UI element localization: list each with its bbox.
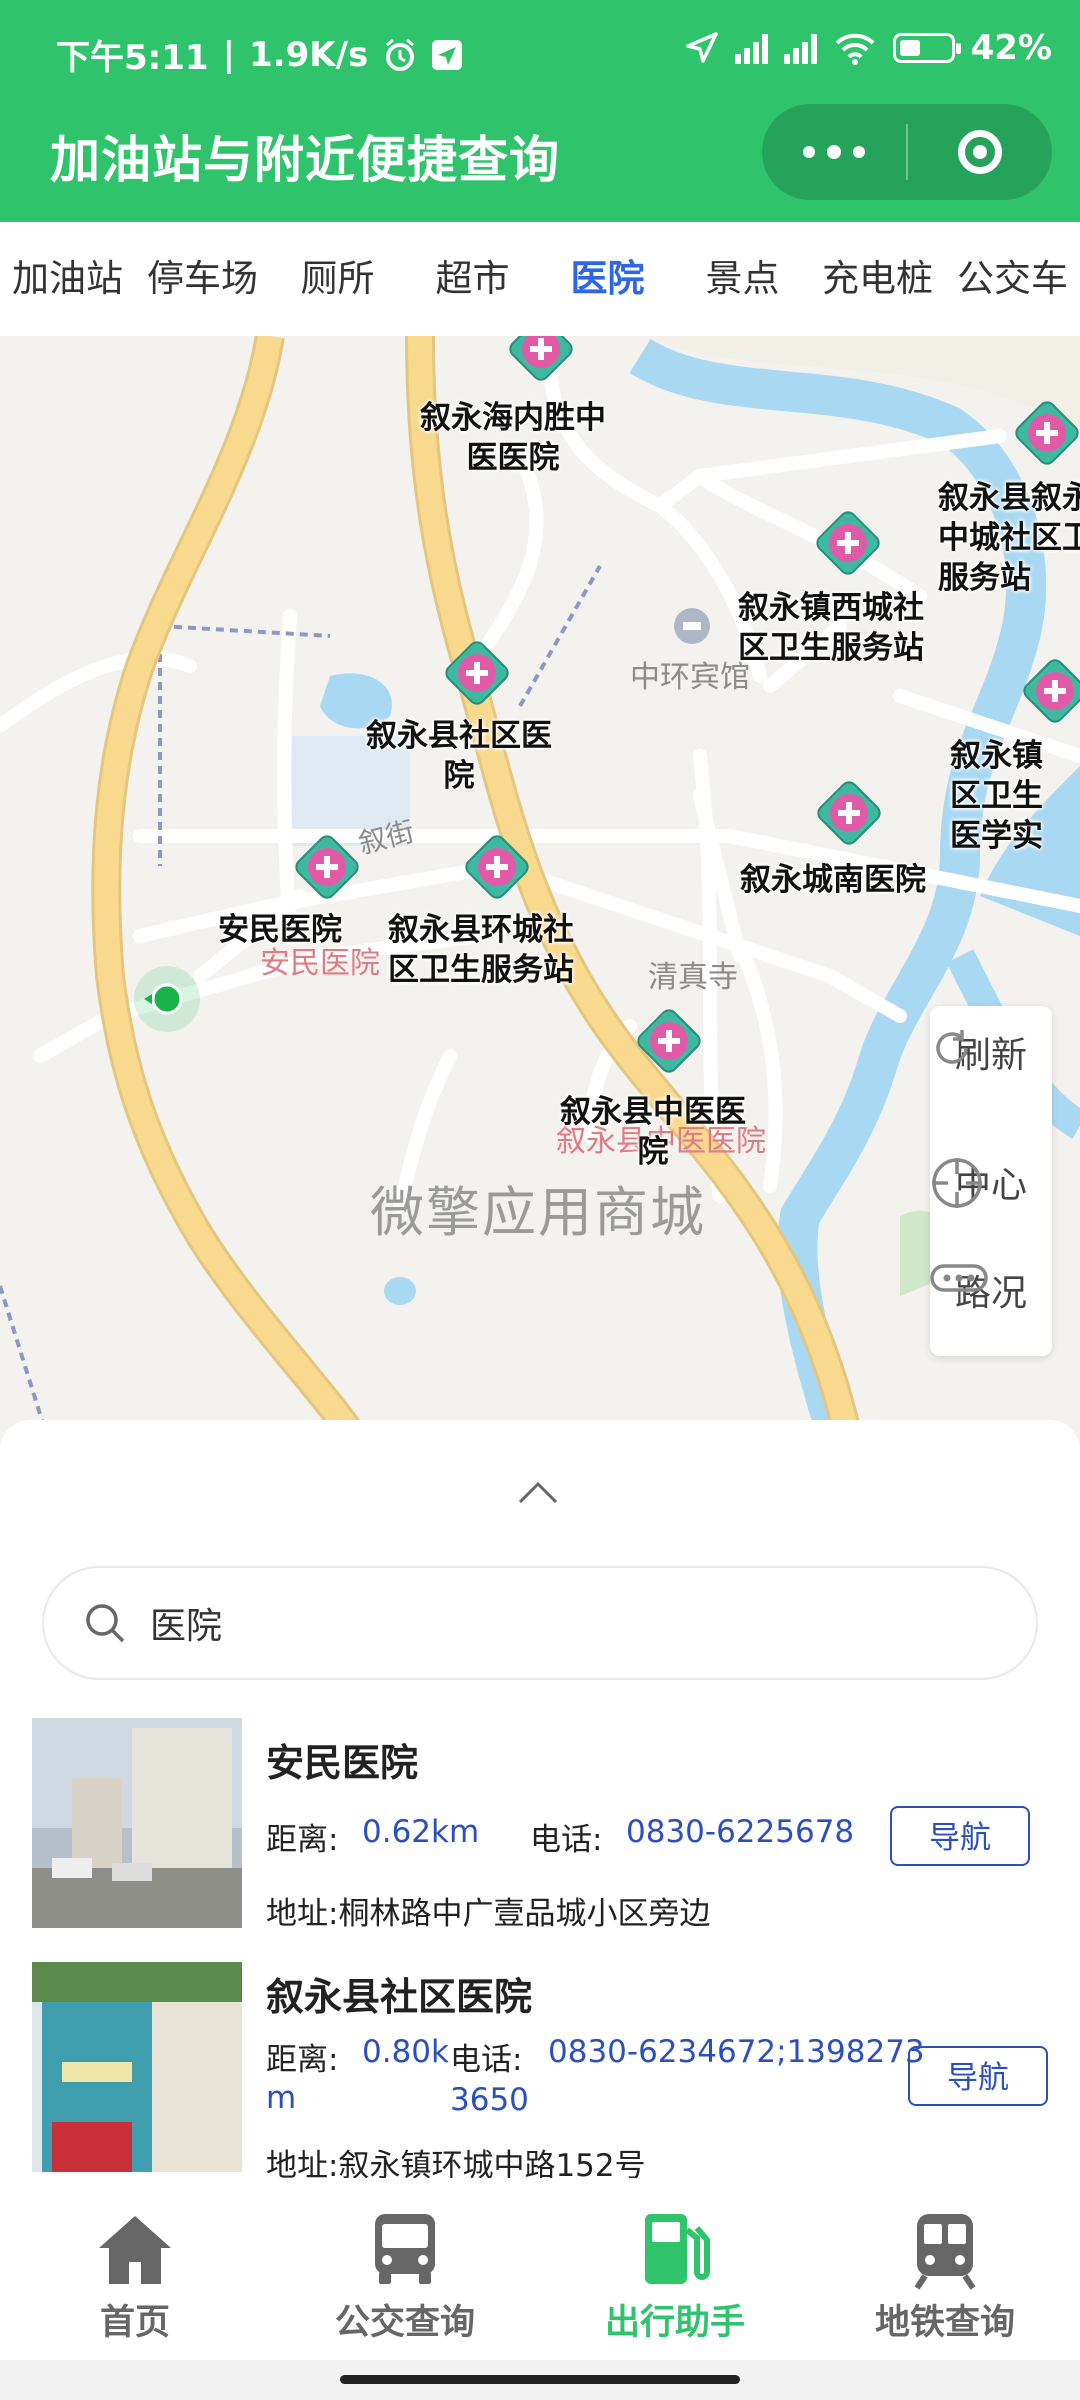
marker-label[interactable]: 叙永海内胜中 医医院 <box>420 398 606 478</box>
nav-subway[interactable]: 地铁查询 <box>810 2180 1080 2360</box>
hospital-photo <box>32 1718 242 1928</box>
distance-value-cont: m <box>266 2080 297 2116</box>
refresh-icon <box>936 1030 968 1064</box>
tab-parking[interactable]: 停车场 <box>135 222 270 336</box>
hospital-marker-icon[interactable] <box>1010 396 1080 470</box>
phone-value[interactable]: 0830-6234672;1398273 <box>548 2034 925 2070</box>
battery-percent: 42% <box>970 28 1052 68</box>
mosque-poi: 清真寺 <box>648 960 738 995</box>
traffic-icon <box>930 1264 988 1292</box>
marker-label[interactable]: 叙永县中医医 院 <box>560 1092 746 1172</box>
hospital-marker-icon[interactable] <box>1018 654 1080 728</box>
crosshair-icon <box>932 1158 982 1208</box>
tab-scenic-spot[interactable]: 景点 <box>675 222 810 336</box>
hospital-marker-icon[interactable] <box>460 830 534 904</box>
center-button[interactable]: 中心 <box>930 1156 1052 1208</box>
page-title: 加油站与附近便捷查询 <box>50 131 560 189</box>
tab-gas-station[interactable]: 加油站 <box>0 222 135 336</box>
more-menu-button[interactable] <box>762 144 906 159</box>
list-item[interactable]: 叙永县社区医院 距离: 0.80k m 电话: 0830-6234672;139… <box>32 1962 1052 2178</box>
map-view[interactable]: 中环宾馆 清真寺 叙街 安民医院 叙永县中医医院 叙永海内胜中 医医院 叙永县叙… <box>0 336 1080 1446</box>
phone-label: 电话: <box>450 2042 523 2078</box>
signal-1-icon <box>734 32 768 64</box>
marker-label[interactable]: 叙永县社区医 院 <box>366 716 552 796</box>
status-bar-right: 42% <box>685 28 1052 68</box>
traffic-button[interactable]: 路况 <box>930 1264 1052 1316</box>
wifi-icon <box>835 33 874 65</box>
tab-toilet[interactable]: 厕所 <box>270 222 405 336</box>
status-bar-left: 下午5:11 | 1.9K/s <box>56 30 463 79</box>
signal-2-icon <box>783 32 817 64</box>
nav-home[interactable]: 首页 <box>0 2180 270 2360</box>
hotel-icon <box>674 608 710 644</box>
hospital-marker-icon[interactable] <box>811 506 885 580</box>
search-input[interactable] <box>148 1601 952 1645</box>
hospital-marker-icon[interactable] <box>504 336 578 386</box>
distance-label: 距离: <box>266 2042 339 2078</box>
hotel-poi: 中环宾馆 <box>630 608 750 696</box>
send-app-icon <box>432 39 463 70</box>
hospital-photo <box>32 1962 242 2172</box>
tab-hospital[interactable]: 医院 <box>540 222 675 336</box>
address-text: 地址:桐林路中广壹品城小区旁边 <box>266 1896 711 1932</box>
status-speed: 1.9K/s <box>249 34 369 75</box>
tab-supermarket[interactable]: 超市 <box>405 222 540 336</box>
home-indicator[interactable] <box>340 2375 740 2384</box>
battery-icon <box>892 33 961 63</box>
result-name: 安民医院 <box>266 1741 419 1785</box>
distance-value: 0.80k <box>362 2034 449 2070</box>
marker-label[interactable]: 安民医院 <box>218 910 342 950</box>
marker-label[interactable]: 叙永镇西城社 区卫生服务站 <box>738 588 924 668</box>
chevron-up-icon[interactable] <box>518 1472 558 1512</box>
nav-travel-assistant[interactable]: 出行助手 <box>540 2180 810 2360</box>
hospital-marker-icon[interactable] <box>440 636 514 710</box>
target-icon <box>958 130 1002 174</box>
status-time: 下午5:11 <box>56 38 209 78</box>
distance-label: 距离: <box>266 1822 339 1858</box>
search-bar[interactable] <box>42 1566 1038 1680</box>
my-location-icon <box>134 966 200 1032</box>
phone-value[interactable]: 0830-6225678 <box>626 1814 854 1850</box>
navigate-button[interactable]: 导航 <box>890 1806 1030 1866</box>
marker-label[interactable]: 叙永镇 区卫生 医学实 <box>950 736 1043 856</box>
tab-charging-pile[interactable]: 充电桩 <box>810 222 945 336</box>
bottom-nav: 首页 公交查询 出行助手 地铁查询 <box>0 2180 1080 2360</box>
tab-bus[interactable]: 公交车 <box>945 222 1080 336</box>
address-text: 地址:叙永镇环城中路152号 <box>266 2148 646 2178</box>
subway-icon <box>914 2214 976 2290</box>
marker-label[interactable]: 叙永城南医院 <box>740 860 926 900</box>
home-icon <box>99 2216 171 2284</box>
hospital-marker-icon[interactable] <box>632 1004 706 1078</box>
hospital-marker-icon[interactable] <box>290 830 364 904</box>
distance-value: 0.62km <box>362 1814 480 1850</box>
phone-label: 电话: <box>530 1822 603 1858</box>
gas-pump-icon <box>645 2214 710 2284</box>
map-controls: 刷新 中心 路况 <box>930 1006 1052 1356</box>
location-arrow-icon <box>685 32 718 63</box>
list-item[interactable]: 安民医院 距离: 0.62km 电话: 0830-6225678 导航 地址:桐… <box>32 1718 1052 1932</box>
search-icon <box>86 1604 125 1643</box>
marker-label[interactable]: 叙永县环城社 区卫生服务站 <box>388 910 574 990</box>
bus-icon <box>375 2214 435 2284</box>
app-header: 下午5:11 | 1.9K/s 42% 加油站与附近便捷查询 <box>0 0 1080 222</box>
map-watermark: 微擎应用商城 <box>370 1181 706 1244</box>
mini-program-capsule <box>762 104 1052 200</box>
hospital-marker-icon[interactable] <box>812 776 886 850</box>
navigate-button[interactable]: 导航 <box>908 2046 1048 2106</box>
category-tabs: 加油站 停车场 厕所 超市 医院 景点 充电桩 公交车 <box>0 222 1080 336</box>
results-sheet: 安民医院 距离: 0.62km 电话: 0830-6225678 导航 地址:桐… <box>0 1420 1080 2180</box>
alarm-icon <box>386 38 415 71</box>
phone-value-cont[interactable]: 3650 <box>450 2082 529 2118</box>
refresh-button[interactable]: 刷新 <box>930 1026 1052 1078</box>
result-name: 叙永县社区医院 <box>266 1975 533 2019</box>
close-mini-program-button[interactable] <box>908 130 1052 174</box>
marker-label[interactable]: 叙永县叙永 中城社区卫 服务站 <box>938 478 1080 598</box>
nav-bus[interactable]: 公交查询 <box>270 2180 540 2360</box>
